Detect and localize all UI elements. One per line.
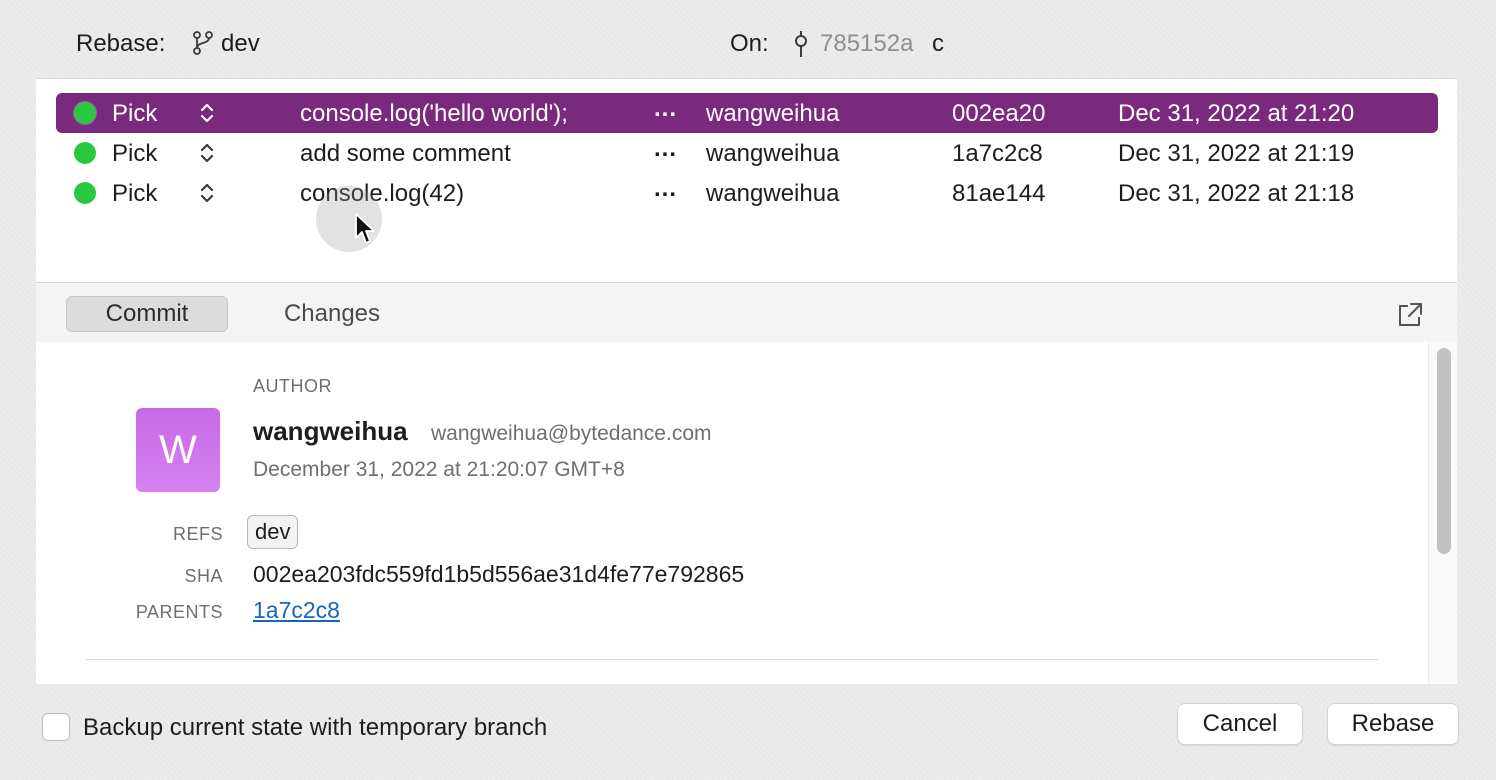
divider [86, 659, 1378, 660]
commit-date: Dec 31, 2022 at 21:19 [1118, 140, 1355, 167]
commit-message: console.log('hello world'); [300, 100, 568, 127]
onto-commit-message: c [932, 30, 944, 57]
cancel-button[interactable]: Cancel [1177, 703, 1303, 745]
commit-list: Pick console.log('hello world'); ... wan… [36, 78, 1457, 282]
backup-checkbox-label[interactable]: Backup current state with temporary bran… [83, 714, 547, 742]
mouse-pointer-icon [355, 213, 375, 244]
author-email: wangweihua@bytedance.com [431, 422, 712, 445]
author-name: wangweihua [253, 416, 408, 446]
commit-date: Dec 31, 2022 at 21:18 [1118, 180, 1355, 207]
commit-row[interactable]: Pick console.log(42) ... wangweihua 81ae… [56, 173, 1438, 213]
commit-sha: 002ea20 [952, 100, 1046, 127]
backup-checkbox[interactable] [42, 713, 70, 741]
commit-sha: 81ae144 [952, 180, 1046, 207]
rebase-label: Rebase: [76, 30, 166, 57]
commit-datetime: December 31, 2022 at 21:20:07 GMT+8 [253, 458, 625, 481]
detail-tabs: Commit Changes [36, 282, 1457, 342]
commit-author: wangweihua [706, 180, 840, 207]
rebase-button[interactable]: Rebase [1327, 703, 1459, 745]
on-label: On: [730, 30, 769, 57]
commit-row[interactable]: Pick add some comment ... wangweihua 1a7… [56, 133, 1438, 173]
refs-label: REFS [172, 524, 223, 544]
more-button[interactable]: ... [654, 175, 677, 203]
commit-icon [795, 31, 807, 57]
commit-row[interactable]: Pick console.log('hello world'); ... wan… [56, 93, 1438, 133]
more-button[interactable]: ... [654, 95, 677, 123]
sha-label: SHA [184, 566, 223, 586]
commit-detail: AUTHOR W wangweihua wangweihua@bytedance… [36, 342, 1428, 684]
full-sha: 002ea203fdc559fd1b5d556ae31d4fe77e792865 [253, 561, 745, 587]
avatar: W [136, 408, 220, 492]
status-dot [74, 182, 96, 204]
parent-commit-link[interactable]: 1a7c2c8 [253, 597, 340, 624]
action-stepper-icon[interactable] [198, 100, 216, 126]
rebase-action[interactable]: Pick [112, 180, 157, 208]
rebase-action[interactable]: Pick [112, 140, 157, 168]
detail-scrollbar[interactable] [1428, 342, 1457, 684]
status-dot [74, 142, 96, 164]
tab-commit[interactable]: Commit [66, 296, 228, 332]
commit-message: add some comment [300, 140, 511, 167]
commit-sha: 1a7c2c8 [952, 140, 1043, 167]
rebase-action[interactable]: Pick [112, 100, 157, 128]
status-dot [74, 102, 96, 124]
commit-author: wangweihua [706, 100, 840, 127]
scrollbar-thumb[interactable] [1437, 348, 1451, 554]
commit-author: wangweihua [706, 140, 840, 167]
onto-commit-sha: 785152a [820, 30, 914, 57]
ref-badge[interactable]: dev [247, 515, 299, 549]
commit-date: Dec 31, 2022 at 21:20 [1118, 100, 1355, 127]
source-branch: dev [221, 30, 260, 57]
author-heading: AUTHOR [253, 376, 332, 396]
open-external-icon[interactable] [1396, 301, 1424, 329]
rebase-header: Rebase: dev On: 785152a c [0, 0, 1496, 78]
parents-label: PARENTS [135, 602, 223, 622]
more-button[interactable]: ... [654, 135, 677, 163]
branch-icon [193, 31, 213, 55]
action-stepper-icon[interactable] [198, 140, 216, 166]
tab-changes[interactable]: Changes [266, 296, 398, 332]
action-stepper-icon[interactable] [198, 180, 216, 206]
